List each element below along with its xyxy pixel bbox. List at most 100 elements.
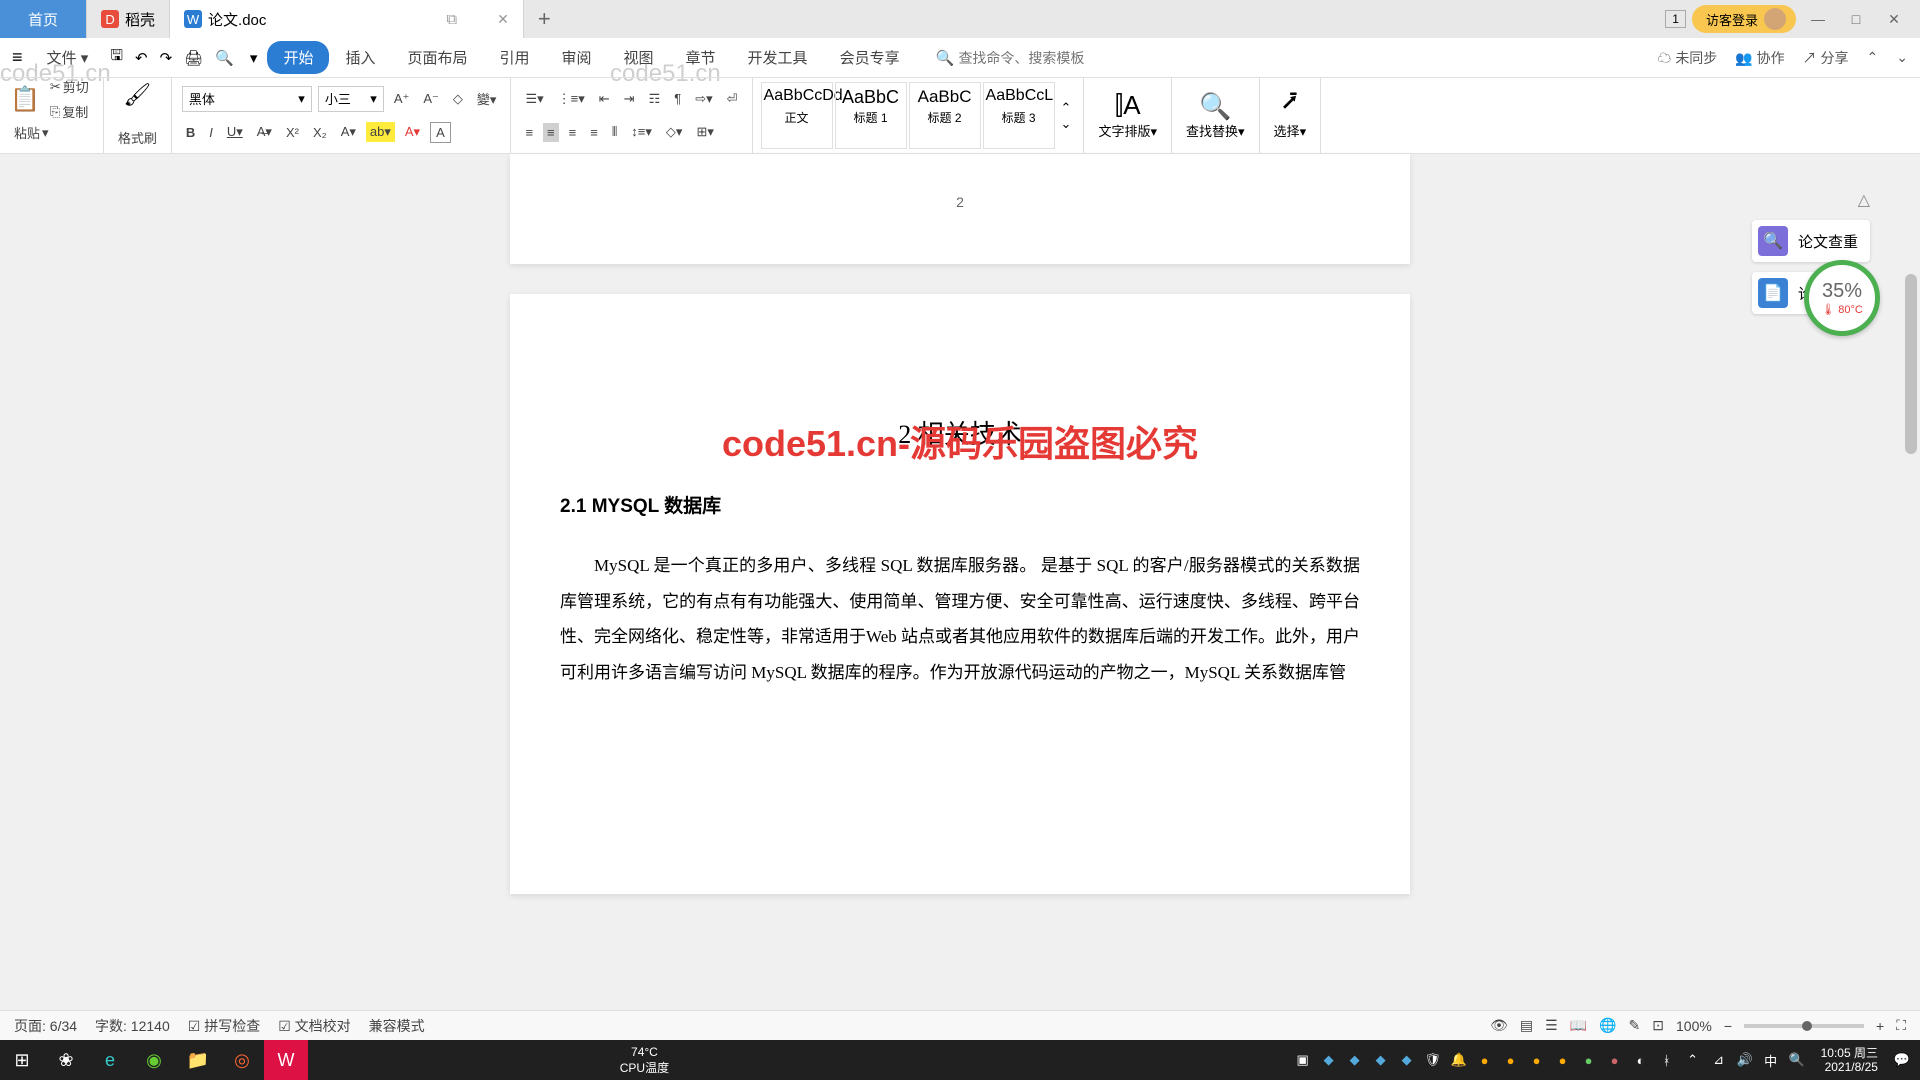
clock[interactable]: 10:05 周三2021/8/25 bbox=[1813, 1046, 1886, 1075]
tab-docer[interactable]: D 稻壳 bbox=[87, 0, 170, 38]
tray-icon[interactable]: ● bbox=[1553, 1050, 1573, 1070]
zoom-level[interactable]: 100% bbox=[1676, 1018, 1712, 1034]
tab-restore-icon[interactable]: ⧉ bbox=[446, 11, 457, 28]
collapse-panel-icon[interactable]: △ bbox=[1752, 190, 1870, 210]
styles-down-icon[interactable]: ⌄ bbox=[1061, 116, 1072, 132]
borders-button[interactable]: ⊞▾ bbox=[692, 122, 717, 142]
menu-review[interactable]: 审阅 bbox=[546, 41, 608, 74]
phonetic-icon[interactable]: 變▾ bbox=[473, 87, 501, 110]
start-button[interactable]: ⊞ bbox=[0, 1040, 44, 1080]
styles-up-icon[interactable]: ⌃ bbox=[1061, 100, 1072, 116]
minimize-button[interactable]: — bbox=[1802, 4, 1834, 34]
word-count[interactable]: 字数: 12140 bbox=[95, 1016, 170, 1036]
view-outline-icon[interactable]: ☰ bbox=[1545, 1017, 1558, 1034]
tray-bell-icon[interactable]: 🔔 bbox=[1449, 1050, 1469, 1070]
scroll-thumb[interactable] bbox=[1905, 274, 1917, 454]
tray-icon[interactable]: ● bbox=[1475, 1050, 1495, 1070]
para-mark-button[interactable]: ¶ bbox=[670, 89, 685, 108]
collab-button[interactable]: 👥 协作 bbox=[1735, 48, 1784, 68]
distribute-button[interactable]: ⫴ bbox=[608, 122, 621, 142]
decrease-size-icon[interactable]: A⁻ bbox=[419, 89, 443, 109]
superscript-button[interactable]: X² bbox=[282, 123, 303, 142]
underline-button[interactable]: U▾ bbox=[223, 122, 247, 142]
tray-icon[interactable]: ◆ bbox=[1397, 1050, 1417, 1070]
strikethrough-button[interactable]: A̶▾ bbox=[253, 122, 276, 142]
fullscreen-icon[interactable]: ⛶ bbox=[1896, 1017, 1906, 1034]
spellcheck-toggle[interactable]: ☑ 拼写检查 bbox=[188, 1016, 260, 1036]
line-spacing-button[interactable]: ↕≡▾ bbox=[627, 122, 656, 142]
tray-icon[interactable]: ◆ bbox=[1345, 1050, 1365, 1070]
shading-button[interactable]: ◇▾ bbox=[662, 122, 687, 142]
tray-shield-icon[interactable]: 🛡 bbox=[1423, 1050, 1443, 1070]
zoom-in-button[interactable]: + bbox=[1876, 1018, 1884, 1034]
tray-icon[interactable]: ◐ bbox=[1631, 1050, 1651, 1070]
styles-gallery[interactable]: AaBbCcDd正文 AaBbC标题 1 AaBbC标题 2 AaBbCcL标题… bbox=[753, 78, 1085, 153]
style-h1[interactable]: AaBbC标题 1 bbox=[835, 82, 907, 149]
style-h2[interactable]: AaBbC标题 2 bbox=[909, 82, 981, 149]
document-area[interactable]: 2 2 相关技术 2.1 MYSQL 数据库 MySQL 是一个真正的多用户、多… bbox=[0, 154, 1920, 1040]
undo-icon[interactable]: ↶ bbox=[129, 49, 154, 67]
line-break-button[interactable]: ⏎ bbox=[723, 89, 742, 109]
font-color-button[interactable]: A▾ bbox=[401, 122, 424, 142]
redo-icon[interactable]: ↷ bbox=[154, 49, 179, 67]
view-web-icon[interactable]: 🌐 bbox=[1599, 1017, 1616, 1034]
align-center-button[interactable]: ≡ bbox=[543, 123, 559, 142]
app-menu-icon[interactable]: ≡ bbox=[12, 47, 31, 68]
page-fit-icon[interactable]: ⊡ bbox=[1652, 1017, 1664, 1034]
vertical-scrollbar[interactable] bbox=[1902, 154, 1920, 1010]
tray-ime-icon[interactable]: 中 bbox=[1761, 1050, 1781, 1070]
login-button[interactable]: 访客登录 bbox=[1692, 5, 1796, 33]
decrease-indent-button[interactable]: ⇤ bbox=[595, 89, 614, 109]
paste-icon[interactable]: 📋 bbox=[10, 85, 40, 114]
bold-button[interactable]: B bbox=[182, 123, 199, 142]
paragraph[interactable]: MySQL 是一个真正的多用户、多线程 SQL 数据库服务器。 是基于 SQL … bbox=[560, 548, 1360, 691]
cpu-temp-widget[interactable]: 74°CCPU温度 bbox=[620, 1045, 669, 1076]
text-typeset-button[interactable]: ⫿A文字排版▾ bbox=[1084, 78, 1172, 153]
italic-button[interactable]: I bbox=[205, 123, 217, 142]
font-select[interactable]: 黑体▾ bbox=[182, 86, 312, 112]
close-button[interactable]: ✕ bbox=[1878, 4, 1910, 34]
char-border-button[interactable]: A bbox=[430, 122, 451, 143]
heading-2[interactable]: 2.1 MYSQL 数据库 bbox=[560, 491, 1360, 518]
review-icon[interactable]: ✎ bbox=[1629, 1017, 1641, 1034]
menu-chapter[interactable]: 章节 bbox=[670, 41, 732, 74]
numbering-button[interactable]: ⋮≡▾ bbox=[554, 89, 589, 109]
tray-wifi-icon[interactable]: ⊿ bbox=[1709, 1050, 1729, 1070]
preview-icon[interactable]: 🔍 bbox=[209, 49, 240, 67]
align-left-button[interactable]: ≡ bbox=[521, 123, 537, 142]
tray-icon[interactable]: ◆ bbox=[1319, 1050, 1339, 1070]
increase-size-icon[interactable]: A⁺ bbox=[390, 89, 414, 109]
command-search-input[interactable] bbox=[958, 50, 1118, 66]
task-wps[interactable]: W bbox=[264, 1040, 308, 1080]
clear-format-icon[interactable]: ◇ bbox=[449, 89, 467, 109]
tray-up-icon[interactable]: ⌃ bbox=[1683, 1050, 1703, 1070]
tray-bluetooth-icon[interactable]: ᚼ bbox=[1657, 1050, 1677, 1070]
task-ie[interactable]: e bbox=[88, 1040, 132, 1080]
tab-home[interactable]: 首页 bbox=[0, 0, 87, 38]
menu-start[interactable]: 开始 bbox=[267, 41, 329, 74]
tray-volume-icon[interactable]: 🔊 bbox=[1735, 1050, 1755, 1070]
menu-view[interactable]: 视图 bbox=[608, 41, 670, 74]
menu-insert[interactable]: 插入 bbox=[329, 41, 391, 74]
proofread-button[interactable]: ☑ 文档校对 bbox=[278, 1016, 350, 1036]
maximize-button[interactable]: □ bbox=[1840, 4, 1872, 34]
tray-icon[interactable]: ● bbox=[1579, 1050, 1599, 1070]
share-button[interactable]: ↗ 分享 bbox=[1803, 48, 1849, 68]
tray-search-icon[interactable]: 🔍 bbox=[1787, 1050, 1807, 1070]
cpu-gauge[interactable]: 35% 🌡 80°C bbox=[1804, 260, 1880, 336]
sort-button[interactable]: ☶ bbox=[645, 89, 665, 109]
align-justify-button[interactable]: ≡ bbox=[586, 123, 602, 142]
page-current[interactable]: 2 相关技术 2.1 MYSQL 数据库 MySQL 是一个真正的多用户、多线程… bbox=[510, 294, 1410, 894]
tray-icon[interactable]: ● bbox=[1527, 1050, 1547, 1070]
tab-button[interactable]: ⇨▾ bbox=[691, 89, 716, 109]
more-icon[interactable]: ⌄ bbox=[1896, 49, 1908, 66]
size-select[interactable]: 小三▾ bbox=[318, 86, 384, 112]
text-effect-button[interactable]: A▾ bbox=[337, 122, 360, 142]
view-page-icon[interactable]: ▤ bbox=[1520, 1017, 1533, 1034]
page-indicator[interactable]: 页面: 6/34 bbox=[14, 1016, 77, 1036]
tab-close-icon[interactable]: ✕ bbox=[497, 11, 509, 28]
increase-indent-button[interactable]: ⇥ bbox=[620, 89, 639, 109]
style-h3[interactable]: AaBbCcL标题 3 bbox=[983, 82, 1055, 149]
format-painter-button[interactable]: 格式刷 bbox=[114, 126, 161, 149]
menu-layout[interactable]: 页面布局 bbox=[391, 41, 483, 74]
